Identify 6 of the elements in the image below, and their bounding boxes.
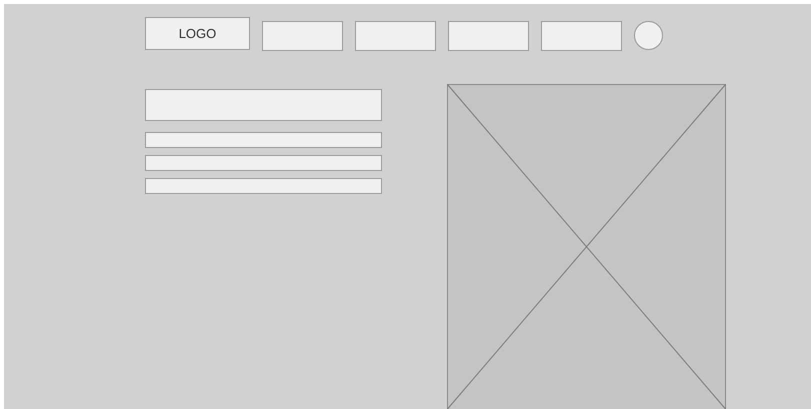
nav-item-placeholder[interactable]: [541, 21, 622, 51]
avatar-placeholder[interactable]: [634, 21, 663, 50]
logo[interactable]: LOGO: [145, 17, 250, 50]
nav-item-placeholder[interactable]: [262, 21, 343, 51]
nav-item-placeholder[interactable]: [448, 21, 529, 51]
nav-item-placeholder[interactable]: [355, 21, 436, 51]
